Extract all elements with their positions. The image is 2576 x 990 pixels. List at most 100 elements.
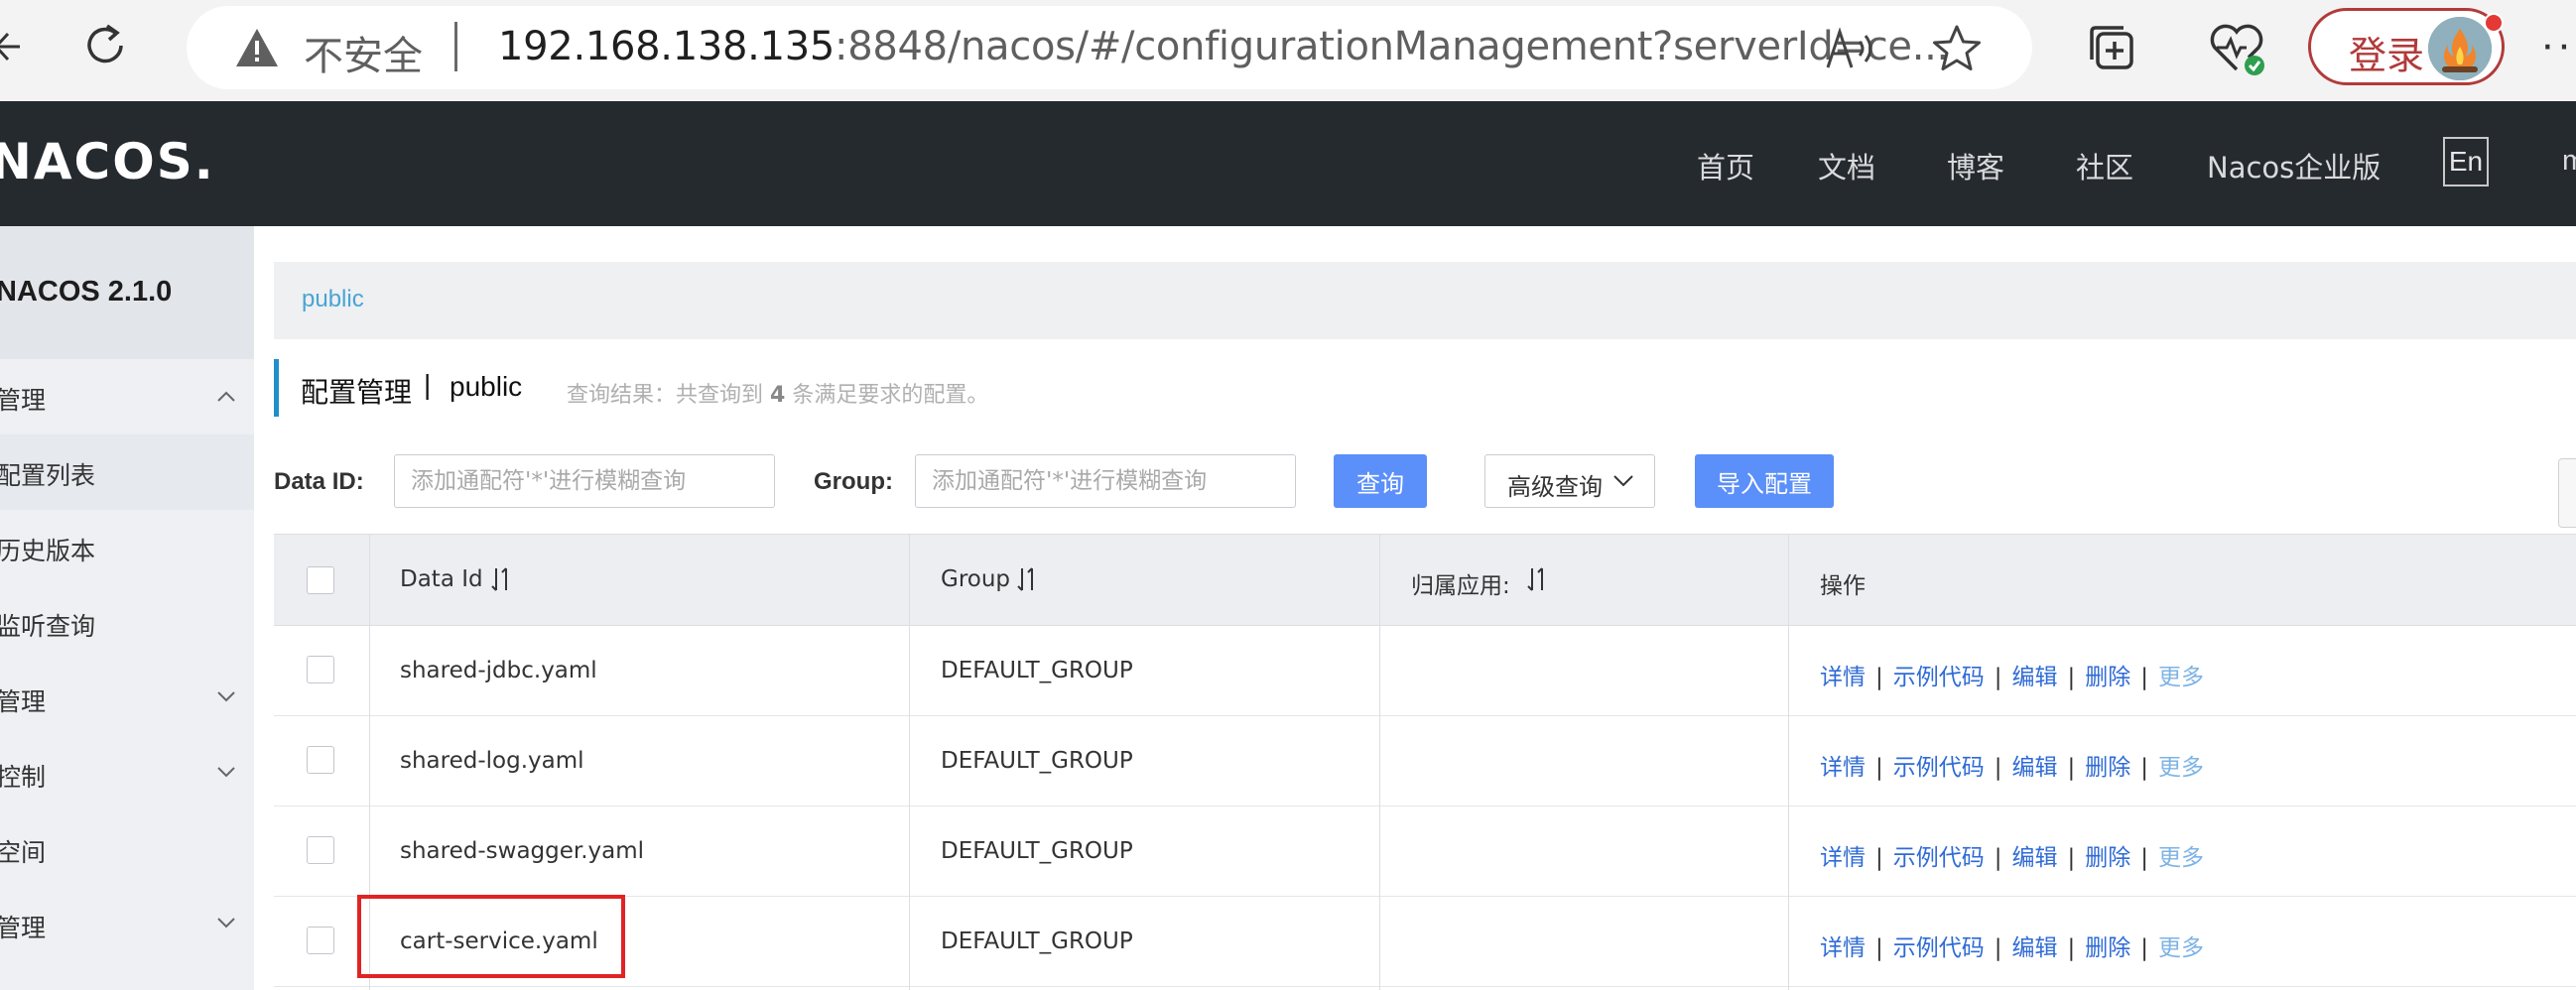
sort-icon[interactable] <box>490 566 512 592</box>
action-sample-code[interactable]: 示例代码 <box>1893 845 1985 871</box>
action-more[interactable]: 更多 <box>2158 935 2204 961</box>
action-divider: | <box>1875 845 1883 871</box>
side-float-widget[interactable] <box>2558 458 2576 528</box>
row-checkbox[interactable] <box>307 927 334 954</box>
warning-icon[interactable] <box>234 26 280 69</box>
sidebar: NACOS 2.1.0 管理 配置列表 历史版本 监听查询 管理 控制 空间 管… <box>0 226 254 990</box>
action-edit[interactable]: 编辑 <box>2012 845 2058 871</box>
language-toggle[interactable]: En <box>2443 137 2489 186</box>
sidebar-group-cluster-management[interactable]: 管理 <box>0 887 254 962</box>
url-host: 192.168.138.135 <box>498 24 836 69</box>
sidebar-item-listener-query[interactable]: 监听查询 <box>0 585 254 661</box>
cell-group: DEFAULT_GROUP <box>941 748 1133 774</box>
reload-icon[interactable] <box>77 18 133 73</box>
row-checkbox[interactable] <box>307 746 334 774</box>
chevron-down-icon <box>217 691 235 702</box>
sidebar-item-label: 管理 <box>0 386 47 415</box>
group-label: Group: <box>814 468 893 495</box>
action-divider: | <box>2140 935 2148 961</box>
nacos-logo[interactable]: NACOS. <box>0 133 215 190</box>
row-checkbox[interactable] <box>307 836 334 864</box>
table-row[interactable]: shared-swagger.yaml DEFAULT_GROUP 详情 | 示例代… <box>274 806 2576 897</box>
sort-icon[interactable] <box>1016 566 1038 592</box>
action-sample-code[interactable]: 示例代码 <box>1893 755 1985 781</box>
action-delete[interactable]: 删除 <box>2085 935 2130 961</box>
action-sample-code[interactable]: 示例代码 <box>1893 935 1985 961</box>
header-data-id[interactable]: Data Id <box>400 566 483 592</box>
action-details[interactable]: 详情 <box>1820 845 1866 871</box>
url-text[interactable]: 192.168.138.135:8848/nacos/#/configurati… <box>498 24 1949 69</box>
sidebar-group-config-management[interactable]: 管理 <box>0 359 254 434</box>
nav-enterprise[interactable]: Nacos企业版 <box>2207 145 2381 186</box>
browser-essentials-icon[interactable] <box>2207 20 2268 77</box>
column-divider <box>1788 535 1789 990</box>
action-details[interactable]: 详情 <box>1820 665 1866 690</box>
cell-data-id: shared-jdbc.yaml <box>400 658 597 683</box>
header-group[interactable]: Group <box>941 566 1010 592</box>
action-divider: | <box>1994 755 2002 781</box>
data-id-input[interactable] <box>394 454 775 508</box>
select-all-checkbox[interactable] <box>307 566 334 594</box>
back-arrow-icon[interactable] <box>0 22 24 71</box>
action-divider: | <box>2140 845 2148 871</box>
row-actions: 详情 | 示例代码 | 编辑 | 删除 | 更多 <box>1820 658 2204 691</box>
action-delete[interactable]: 删除 <box>2085 755 2130 781</box>
chevron-up-icon <box>217 391 235 402</box>
row-checkbox[interactable] <box>307 656 334 683</box>
nav-user-truncated[interactable]: m <box>2562 145 2576 178</box>
sidebar-item-label: 管理 <box>0 914 47 942</box>
sidebar-item-namespace[interactable]: 空间 <box>0 811 254 887</box>
nav-blog[interactable]: 博客 <box>1947 145 2004 186</box>
sidebar-group-access-control[interactable]: 控制 <box>0 736 254 811</box>
avatar[interactable] <box>2428 17 2492 80</box>
action-divider: | <box>2067 755 2076 781</box>
table-row[interactable]: shared-jdbc.yaml DEFAULT_GROUP 详情 | 示例代码 | 编… <box>274 626 2576 716</box>
action-sample-code[interactable]: 示例代码 <box>1893 665 1985 690</box>
action-delete[interactable]: 删除 <box>2085 665 2130 690</box>
sidebar-item-history[interactable]: 历史版本 <box>0 510 254 585</box>
nav-home[interactable]: 首页 <box>1697 145 1754 186</box>
sidebar-item-label: 管理 <box>0 687 47 716</box>
action-edit[interactable]: 编辑 <box>2012 755 2058 781</box>
header-app[interactable]: 归属应用: <box>1411 566 1510 600</box>
login-label: 登录 <box>2349 34 2425 77</box>
action-more[interactable]: 更多 <box>2158 755 2204 781</box>
more-menu-icon[interactable]: ··· <box>2540 20 2576 69</box>
group-input[interactable] <box>915 454 1296 508</box>
title-namespace: public <box>450 371 523 402</box>
header-operations: 操作 <box>1820 573 1866 599</box>
action-divider: | <box>1875 935 1883 961</box>
collections-icon[interactable] <box>2084 20 2139 75</box>
action-divider: | <box>1994 935 2002 961</box>
action-details[interactable]: 详情 <box>1820 755 1866 781</box>
namespace-tab-public[interactable]: public <box>302 286 364 313</box>
sidebar-item-label: 空间 <box>0 838 47 867</box>
action-more[interactable]: 更多 <box>2158 665 2204 690</box>
sort-icon[interactable] <box>1526 566 1548 592</box>
security-label[interactable]: 不安全 <box>304 24 423 81</box>
favorite-star-icon[interactable] <box>1931 24 1983 73</box>
action-more[interactable]: 更多 <box>2158 845 2204 871</box>
action-divider: | <box>1875 665 1883 690</box>
action-delete[interactable]: 删除 <box>2085 845 2130 871</box>
nav-docs[interactable]: 文档 <box>1818 145 1875 186</box>
login-button[interactable]: 登录 <box>2308 8 2505 85</box>
advanced-query-button[interactable]: 高级查询 <box>1484 454 1655 508</box>
annotation-highlight-box <box>357 895 625 978</box>
action-divider: | <box>2140 755 2148 781</box>
action-edit[interactable]: 编辑 <box>2012 665 2058 690</box>
nav-community[interactable]: 社区 <box>2076 145 2133 186</box>
action-details[interactable]: 详情 <box>1820 935 1866 961</box>
address-bar[interactable]: 不安全 192.168.138.135:8848/nacos/#/configu… <box>187 6 2032 89</box>
search-button[interactable]: 查询 <box>1334 454 1427 508</box>
column-divider <box>909 535 910 990</box>
import-config-button[interactable]: 导入配置 <box>1695 454 1834 508</box>
action-divider: | <box>1994 665 2002 690</box>
sidebar-item-label: 配置列表 <box>0 461 96 490</box>
sidebar-group-service-management[interactable]: 管理 <box>0 661 254 736</box>
sidebar-item-config-list[interactable]: 配置列表 <box>0 434 254 510</box>
sidebar-version: NACOS 2.1.0 <box>0 226 254 359</box>
read-aloud-icon[interactable] <box>1824 26 1879 71</box>
action-edit[interactable]: 编辑 <box>2012 935 2058 961</box>
table-row[interactable]: shared-log.yaml DEFAULT_GROUP 详情 | 示例代码 | 编辑… <box>274 716 2576 806</box>
